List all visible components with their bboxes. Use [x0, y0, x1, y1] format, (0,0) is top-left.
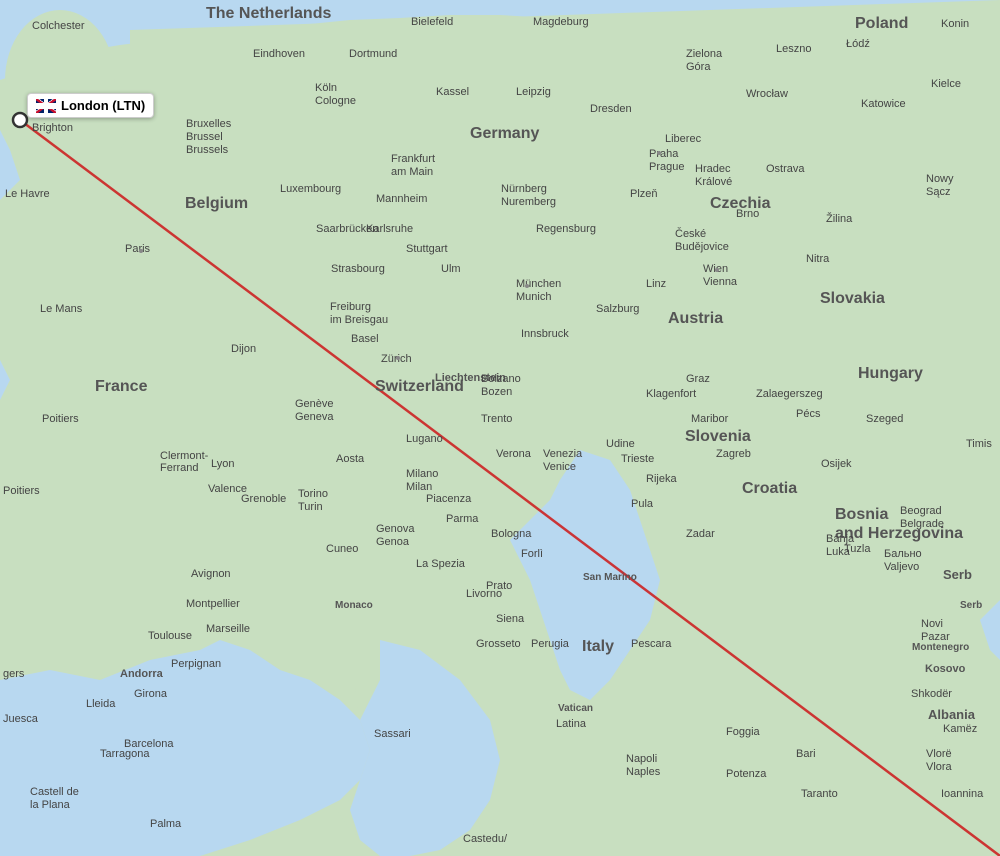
uk-flag [36, 99, 56, 113]
prague-dot [657, 151, 661, 155]
map-container: The Netherlands Poland Germany Belgium C… [0, 0, 1000, 856]
paris-dot [139, 249, 143, 253]
vienna-dot [715, 268, 719, 272]
munich-dot [525, 284, 529, 288]
london-airport-label: London (LTN) [27, 93, 154, 118]
london-label: London (LTN) [61, 98, 145, 113]
zurich-dot [396, 356, 400, 360]
